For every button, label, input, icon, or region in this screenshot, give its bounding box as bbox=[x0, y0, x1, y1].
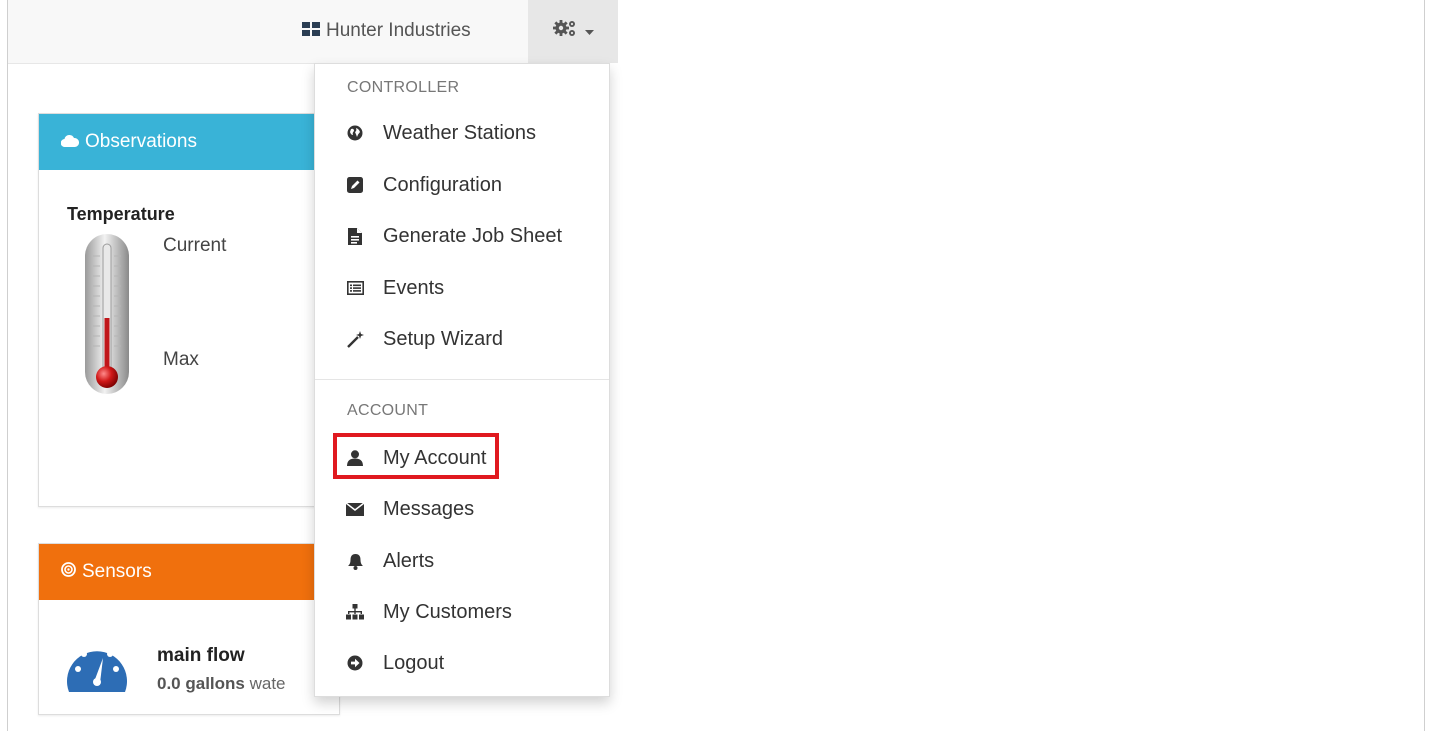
menu-item-label: Configuration bbox=[383, 173, 502, 196]
temperature-max-label: Max bbox=[163, 349, 199, 370]
temperature-current-label: Current bbox=[163, 235, 227, 256]
globe-icon bbox=[345, 125, 365, 141]
menu-item-label: My Customers bbox=[383, 600, 512, 623]
settings-dropdown-toggle[interactable] bbox=[528, 0, 618, 63]
brand-label: Hunter Industries bbox=[326, 20, 471, 41]
menu-item-label: Weather Stations bbox=[383, 121, 537, 144]
menu-item-configuration[interactable]: Configuration bbox=[345, 167, 502, 203]
menu-item-label: Setup Wizard bbox=[383, 327, 504, 350]
thermometer-gauge bbox=[83, 232, 135, 405]
brand-link[interactable]: Hunter Industries bbox=[302, 20, 471, 42]
observations-title: Observations bbox=[85, 131, 197, 152]
list-icon bbox=[345, 281, 365, 295]
envelope-icon bbox=[345, 502, 365, 516]
menu-item-label: My Account bbox=[383, 446, 487, 469]
observations-panel: Observations Temperature Current Max bbox=[38, 113, 340, 507]
menu-header-account: ACCOUNT bbox=[347, 402, 429, 419]
settings-dropdown-menu: CONTROLLER Weather Stations Configuratio… bbox=[314, 63, 610, 697]
caret-down-icon bbox=[584, 23, 594, 41]
flow-gauge-icon bbox=[65, 636, 129, 697]
menu-item-weather-stations[interactable]: Weather Stations bbox=[345, 115, 536, 151]
menu-item-events[interactable]: Events bbox=[345, 270, 444, 306]
sensor-suffix: wate bbox=[244, 674, 286, 693]
menu-item-label: Messages bbox=[383, 497, 475, 520]
sensors-title: Sensors bbox=[82, 561, 152, 582]
menu-item-my-account[interactable]: My Account bbox=[345, 440, 486, 476]
grid-icon bbox=[302, 20, 326, 42]
menu-item-label: Alerts bbox=[383, 549, 435, 572]
menu-item-generate-job-sheet[interactable]: Generate Job Sheet bbox=[345, 218, 562, 254]
temperature-label: Temperature bbox=[67, 204, 175, 224]
menu-item-messages[interactable]: Messages bbox=[345, 491, 474, 527]
gears-icon bbox=[552, 19, 579, 44]
sensor-reading: 0.0 gallons wate bbox=[157, 674, 286, 694]
top-navbar: Hunter Industries bbox=[8, 0, 618, 64]
menu-item-label: Logout bbox=[383, 651, 445, 674]
menu-item-label: Events bbox=[383, 276, 445, 299]
file-icon bbox=[345, 227, 365, 245]
page-border-left bbox=[7, 0, 8, 731]
sensors-panel-heading: Sensors bbox=[39, 544, 339, 600]
menu-item-setup-wizard[interactable]: Setup Wizard bbox=[345, 321, 503, 357]
sitemap-icon bbox=[345, 604, 365, 620]
bullseye-icon bbox=[61, 561, 82, 583]
sensor-name: main flow bbox=[157, 645, 245, 666]
menu-item-logout[interactable]: Logout bbox=[345, 645, 444, 681]
page-border-right bbox=[1424, 0, 1425, 731]
menu-item-label: Generate Job Sheet bbox=[383, 224, 563, 247]
sensors-panel: Sensors main flow 0.0 gallons wate bbox=[38, 543, 340, 715]
menu-header-controller: CONTROLLER bbox=[347, 79, 460, 96]
logout-icon bbox=[345, 655, 365, 671]
user-icon bbox=[345, 450, 365, 466]
bell-icon bbox=[345, 553, 365, 570]
magic-wand-icon bbox=[345, 330, 365, 348]
menu-item-alerts[interactable]: Alerts bbox=[345, 543, 434, 579]
cloud-icon bbox=[60, 131, 85, 153]
menu-item-my-customers[interactable]: My Customers bbox=[345, 594, 512, 630]
edit-icon bbox=[345, 177, 365, 193]
sensor-value: 0.0 gallons bbox=[157, 674, 245, 693]
observations-panel-heading: Observations bbox=[39, 114, 339, 170]
menu-divider bbox=[315, 379, 609, 380]
